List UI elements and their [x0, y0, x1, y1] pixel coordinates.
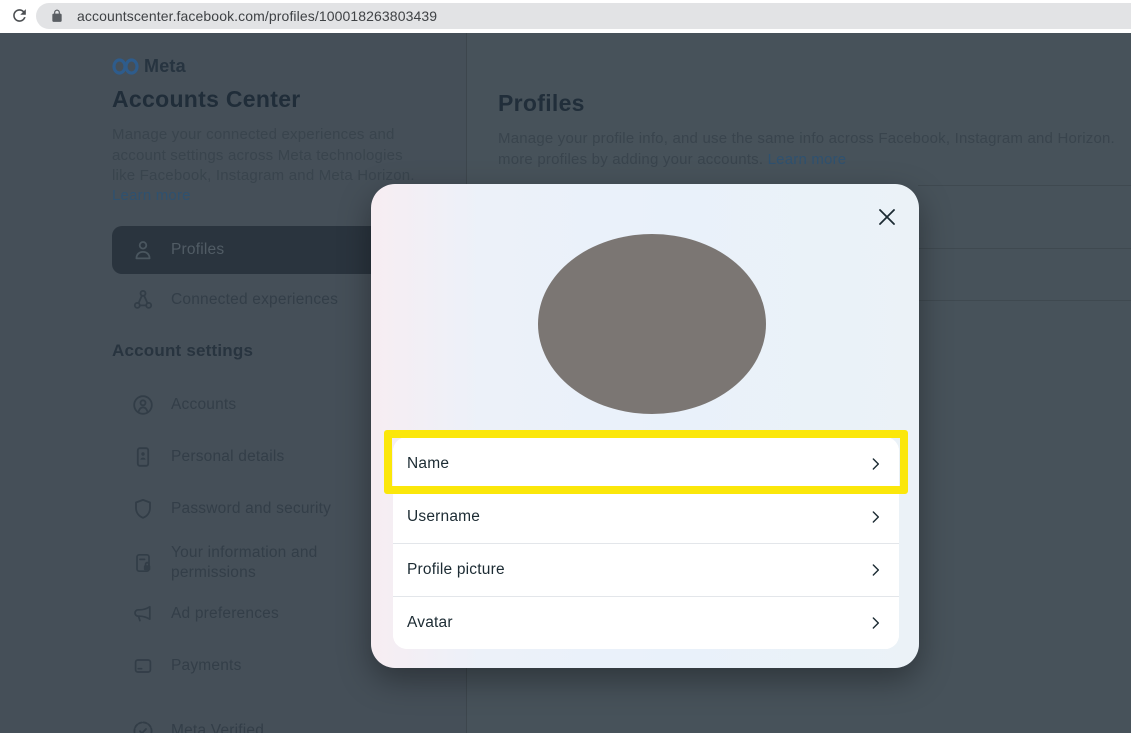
sidebar-item-label: Your information andpermissions [171, 543, 317, 583]
network-icon [131, 288, 155, 312]
refresh-icon[interactable] [9, 5, 31, 27]
list-separator [918, 185, 1131, 186]
id-card-icon [131, 445, 155, 469]
meta-logo: Meta [112, 56, 186, 77]
url-bar[interactable]: accountscenter.facebook.com/profiles/100… [36, 3, 1131, 29]
accounts-center-title: Accounts Center [112, 86, 301, 113]
document-lock-icon [131, 551, 155, 575]
sidebar-item-label: Payments [171, 657, 242, 675]
main-learn-more-link[interactable]: Learn more [768, 151, 847, 168]
person-icon [131, 238, 155, 262]
browser-chrome: accountscenter.facebook.com/profiles/100… [0, 0, 1131, 33]
meta-infinity-icon [112, 58, 139, 75]
verified-badge-icon [131, 719, 155, 733]
sidebar-item-label: Password and security [171, 500, 331, 518]
close-icon[interactable] [872, 202, 902, 232]
sidebar-item-label: Connected experiences [171, 291, 338, 309]
chevron-right-icon [865, 507, 885, 527]
sidebar-item-label: Personal details [171, 448, 285, 466]
screen: accountscenter.facebook.com/profiles/100… [0, 0, 1131, 733]
sidebar-description: Manage your connected experiences and ac… [112, 125, 415, 187]
account-settings-heading: Account settings [112, 341, 253, 361]
sidebar-item-label: Profiles [171, 241, 224, 259]
profiles-page-description: Manage your profile info, and use the sa… [498, 128, 1115, 170]
sidebar-item-meta-verified[interactable]: Meta Verified [112, 707, 443, 733]
profiles-page-title: Profiles [498, 90, 585, 117]
profile-picture-row[interactable]: Profile picture [393, 543, 899, 596]
chevron-right-icon [865, 613, 885, 633]
person-circle-icon [131, 393, 155, 417]
profile-photo-placeholder [538, 234, 766, 414]
name-row[interactable]: Name [393, 437, 899, 490]
megaphone-icon [131, 602, 155, 626]
chevron-right-icon [865, 560, 885, 580]
list-separator [918, 300, 1131, 301]
sidebar-learn-more-link[interactable]: Learn more [112, 187, 191, 204]
meta-brand-name: Meta [144, 56, 186, 77]
url-text: accountscenter.facebook.com/profiles/100… [77, 8, 437, 24]
avatar-row[interactable]: Avatar [393, 596, 899, 649]
sidebar-item-label: Ad preferences [171, 605, 279, 623]
shield-icon [131, 497, 155, 521]
lock-icon [50, 9, 64, 23]
chevron-right-icon [865, 454, 885, 474]
profile-settings-list: Name Username Profile picture Avatar [393, 437, 899, 649]
profile-details-modal: Name Username Profile picture Avatar [371, 184, 919, 668]
sidebar-item-label: Accounts [171, 396, 236, 414]
credit-card-icon [131, 654, 155, 678]
list-separator [918, 248, 1131, 249]
sidebar-item-label: Meta Verified [171, 722, 264, 733]
username-row[interactable]: Username [393, 490, 899, 543]
